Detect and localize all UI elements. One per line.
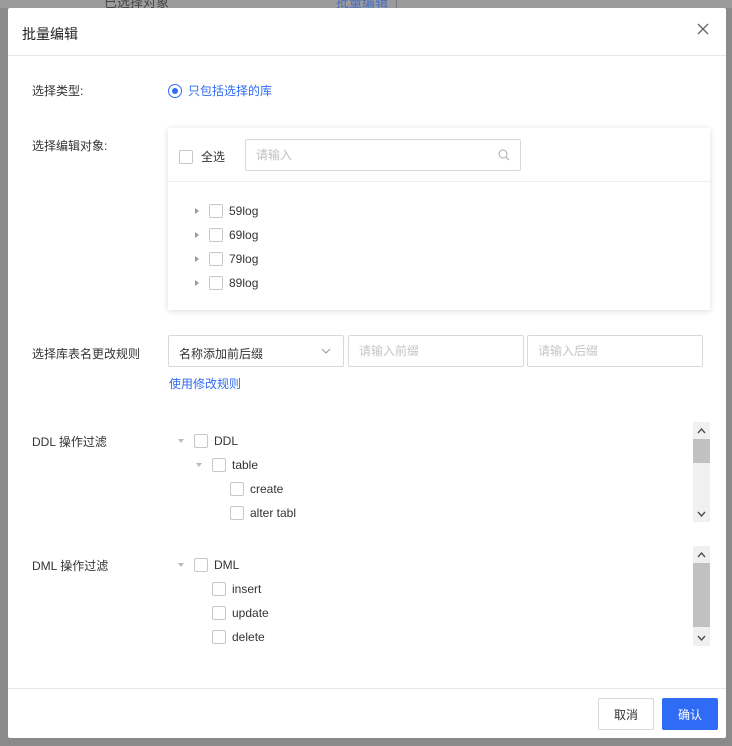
scroll-thumb[interactable] <box>693 439 710 463</box>
tree-checkbox[interactable] <box>194 558 208 572</box>
search-input[interactable] <box>246 141 486 169</box>
expand-caret-icon[interactable] <box>195 280 199 286</box>
tree-node[interactable]: create <box>230 480 283 498</box>
select-type-label: 选择类型: <box>32 84 84 98</box>
select-all-label: 全选 <box>201 150 226 164</box>
confirm-button[interactable]: 确认 <box>662 698 718 730</box>
prefix-input[interactable] <box>348 335 524 367</box>
radio-only-selected-db[interactable]: 只包括选择的库 <box>168 82 272 99</box>
tree-checkbox[interactable] <box>209 252 223 266</box>
tree-node-label: 69log <box>229 228 259 242</box>
tree-node-label: DML <box>214 558 240 572</box>
tree-node[interactable]: alter tabl <box>230 504 296 522</box>
search-icon[interactable] <box>498 149 510 161</box>
tree-checkbox[interactable] <box>209 204 223 218</box>
dml-tree-scroll-area: DML insert update delete <box>168 546 710 646</box>
collapse-caret-icon[interactable] <box>178 439 184 443</box>
background-batch-edit-link: 批量编辑 <box>336 0 389 8</box>
tree-checkbox[interactable] <box>212 458 226 472</box>
tree-checkbox[interactable] <box>194 434 208 448</box>
tree-node[interactable]: delete <box>212 628 265 646</box>
dml-scrollbar[interactable] <box>693 546 710 646</box>
tree-node[interactable]: update <box>212 604 269 622</box>
dialog-header: 批量编辑 <box>8 8 726 56</box>
tree-node[interactable]: table <box>196 456 258 474</box>
batch-edit-dialog: 批量编辑 选择类型: 只包括选择的库 选择编辑对象: 全选 59log <box>8 8 726 738</box>
tree-node[interactable]: 79log <box>195 250 258 268</box>
tree-node-label: delete <box>232 630 265 644</box>
collapse-caret-icon[interactable] <box>196 463 202 467</box>
tree-node-label: table <box>232 458 259 472</box>
background-header: 已选择对象 批量编辑 <box>0 0 732 8</box>
scroll-thumb[interactable] <box>693 563 710 627</box>
dml-filter-label: DML 操作过滤 <box>32 559 109 573</box>
ddl-tree-scroll-area: DDL table create alter tabl <box>168 422 710 522</box>
tree-checkbox[interactable] <box>230 506 244 520</box>
tree-checkbox[interactable] <box>212 630 226 644</box>
select-all-checkbox[interactable]: 全选 <box>179 148 225 165</box>
tree-node-label: 59log <box>229 204 259 218</box>
expand-caret-icon[interactable] <box>195 208 199 214</box>
use-rename-rule-link[interactable]: 使用修改规则 <box>169 375 241 392</box>
rename-rule-select[interactable]: 名称添加前后缀 <box>168 335 344 367</box>
tree-node[interactable]: 59log <box>195 202 258 220</box>
tree-node-label: 89log <box>229 276 259 290</box>
tree-node[interactable]: DML <box>178 556 239 574</box>
suffix-input[interactable] <box>527 335 703 367</box>
collapse-caret-icon[interactable] <box>178 563 184 567</box>
tree-checkbox[interactable] <box>209 276 223 290</box>
object-tree-panel: 全选 59log 69log 79log 89log <box>168 128 710 310</box>
tree-node-label: create <box>250 482 284 496</box>
tree-checkbox[interactable] <box>212 606 226 620</box>
tree-checkbox[interactable] <box>209 228 223 242</box>
ddl-scrollbar[interactable] <box>693 422 710 522</box>
tree-node-label: insert <box>232 582 262 596</box>
tree-node[interactable]: insert <box>212 580 261 598</box>
tree-checkbox[interactable] <box>230 482 244 496</box>
dialog-title: 批量编辑 <box>22 26 78 42</box>
tree-node[interactable]: 89log <box>195 274 258 292</box>
tree-checkbox[interactable] <box>212 582 226 596</box>
expand-caret-icon[interactable] <box>195 256 199 262</box>
scroll-up-icon[interactable] <box>693 422 710 439</box>
object-search-box <box>245 139 521 171</box>
tree-node-label: alter tabl <box>250 506 297 520</box>
chevron-down-icon <box>321 348 331 354</box>
tree-node-label: DDL <box>214 434 239 448</box>
select-value: 名称添加前后缀 <box>179 347 264 361</box>
scroll-up-icon[interactable] <box>693 546 710 563</box>
tree-node[interactable]: 69log <box>195 226 258 244</box>
scroll-down-icon[interactable] <box>693 505 710 522</box>
rename-rule-label: 选择库表名更改规则 <box>32 347 141 361</box>
ddl-filter-label: DDL 操作过滤 <box>32 435 107 449</box>
checkbox-icon <box>179 149 193 164</box>
object-tree-header: 全选 <box>168 128 710 182</box>
radio-label: 只包括选择的库 <box>188 84 273 98</box>
expand-caret-icon[interactable] <box>195 232 199 238</box>
scroll-down-icon[interactable] <box>693 629 710 646</box>
tree-node[interactable]: DDL <box>178 432 238 450</box>
background-divider <box>396 0 397 8</box>
cancel-button[interactable]: 取消 <box>598 698 654 730</box>
dialog-footer: 取消 确认 <box>8 688 726 738</box>
radio-checked-icon <box>168 83 182 98</box>
tree-node-label: 79log <box>229 252 259 266</box>
tree-node-label: update <box>232 606 269 620</box>
background-selected-label: 已选择对象 <box>104 0 170 8</box>
close-icon[interactable] <box>696 22 710 36</box>
edit-objects-label: 选择编辑对象: <box>32 139 108 153</box>
